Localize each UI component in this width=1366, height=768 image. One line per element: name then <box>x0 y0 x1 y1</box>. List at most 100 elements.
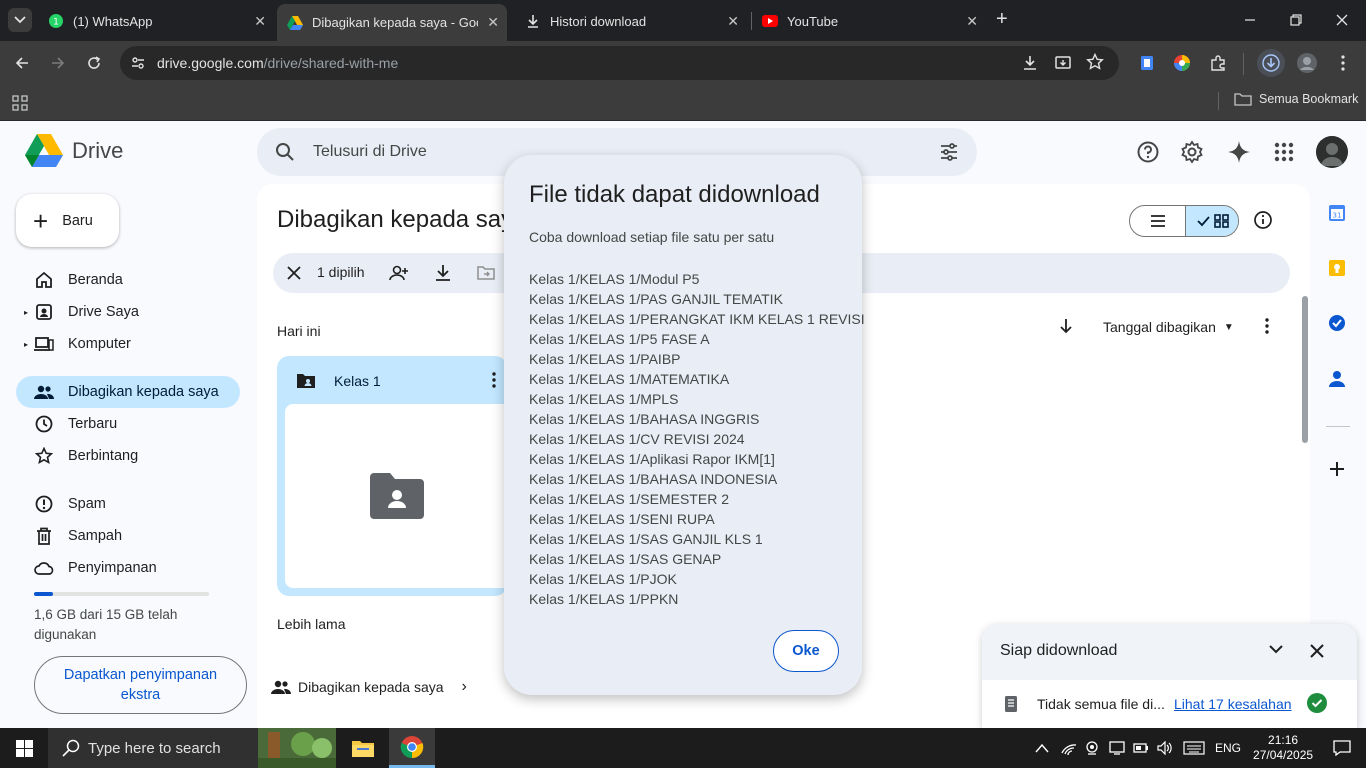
failed-file-item: Kelas 1/KELAS 1/PAIBP <box>529 351 681 367</box>
download-icon <box>525 13 541 29</box>
dialog-title: File tidak dapat didownload <box>529 181 820 208</box>
failed-file-item: Kelas 1/KELAS 1/SAS GANJIL KLS 1 <box>529 531 763 547</box>
failed-file-item: Kelas 1/KELAS 1/PJOK <box>529 571 677 587</box>
failed-file-item: Kelas 1/KELAS 1/SEMESTER 2 <box>529 491 729 507</box>
reload-button[interactable] <box>80 49 108 77</box>
back-button[interactable] <box>8 49 36 77</box>
search-highlight-image-icon <box>258 728 336 768</box>
chrome-taskbar-button[interactable] <box>389 728 435 768</box>
download-panel: Siap didownload Tidak semua file di... L… <box>982 624 1357 728</box>
all-bookmarks-button[interactable]: Semua Bookmark <box>1234 92 1358 106</box>
browser-toolbar: drive.google.com/drive/shared-with-me <box>0 41 1366 85</box>
new-tab-button[interactable]: + <box>996 8 1008 31</box>
browser-menu-button[interactable] <box>1329 49 1357 77</box>
extension-color-icon[interactable] <box>1168 49 1196 77</box>
clock-date: 27/04/2025 <box>1253 748 1314 762</box>
close-icon[interactable]: ✕ <box>254 13 266 30</box>
drive-icon <box>287 15 303 31</box>
notifications-icon[interactable] <box>1333 740 1351 756</box>
failed-file-item: Kelas 1/KELAS 1/Aplikasi Rapor IKM[1] <box>529 451 775 467</box>
tab-youtube[interactable]: YouTube ✕ <box>752 6 986 36</box>
failed-file-item: Kelas 1/KELAS 1/SENI RUPA <box>529 511 715 527</box>
youtube-icon <box>762 13 778 29</box>
windows-start-icon[interactable] <box>16 740 33 757</box>
zip-file-icon <box>1005 696 1017 712</box>
failed-file-list: Kelas 1/KELAS 1/Modul P5 Kelas 1/KELAS 1/… <box>529 269 865 609</box>
failed-file-item: Kelas 1/KELAS 1/MPLS <box>529 391 679 407</box>
ok-button[interactable]: Oke <box>773 630 839 672</box>
apps-grid-icon[interactable] <box>12 95 28 116</box>
forward-button[interactable] <box>44 49 72 77</box>
arrow-left-icon <box>15 57 28 69</box>
extensions-puzzle-icon[interactable] <box>1204 49 1232 77</box>
tab-whatsapp[interactable]: 1 (1) WhatsApp ✕ <box>38 6 274 36</box>
minimize-button[interactable] <box>1240 10 1260 30</box>
site-info-icon[interactable] <box>130 55 146 76</box>
address-bar[interactable]: drive.google.com/drive/shared-with-me <box>120 46 1119 80</box>
install-app-icon[interactable] <box>1054 54 1072 77</box>
ok-button-label: Oke <box>792 643 820 659</box>
windows-taskbar: Type here to search ENG 21:16 27/04/2025 <box>0 728 1366 768</box>
bookmarks-divider <box>1218 92 1219 110</box>
wifi-icon[interactable] <box>1061 741 1077 755</box>
close-icon[interactable]: ✕ <box>966 13 978 30</box>
bookmarks-bar: Semua Bookmark <box>0 85 1366 121</box>
view-errors-link[interactable]: Lihat 17 kesalahan <box>1174 696 1292 712</box>
failed-file-item: Kelas 1/KELAS 1/BAHASA INDONESIA <box>529 471 778 487</box>
show-hidden-icons-icon[interactable] <box>1035 743 1049 753</box>
failed-file-item: Kelas 1/KELAS 1/PPKN <box>529 591 679 607</box>
download-item-text: Tidak semua file di... <box>1037 696 1165 712</box>
failed-file-item: Kelas 1/KELAS 1/PAS GANJIL TEMATIK <box>529 291 783 307</box>
tab-google-drive[interactable]: Dibagikan kepada saya - Google Drive ✕ <box>277 4 507 41</box>
dialog-subtitle: Coba download setiap file satu per satu <box>529 229 775 245</box>
file-explorer-icon <box>352 741 374 757</box>
reload-icon <box>88 56 101 69</box>
battery-icon[interactable] <box>1133 743 1149 753</box>
language-indicator[interactable]: ENG <box>1215 741 1241 755</box>
tab-download-history[interactable]: Histori download ✕ <box>515 6 747 36</box>
profile-avatar[interactable] <box>1293 49 1321 77</box>
failed-file-item: Kelas 1/KELAS 1/Modul P5 <box>529 271 700 287</box>
close-icon[interactable]: ✕ <box>727 13 739 30</box>
taskbar-search-box[interactable]: Type here to search <box>48 728 336 768</box>
whatsapp-icon: 1 <box>48 13 64 29</box>
keyboard-icon[interactable] <box>1183 741 1205 755</box>
system-tray: ENG 21:16 27/04/2025 <box>1035 728 1351 768</box>
restore-button[interactable] <box>1286 10 1306 30</box>
tab-title: (1) WhatsApp <box>73 13 153 29</box>
tab-title: Dibagikan kepada saya - Google Drive <box>312 15 478 30</box>
download-icon <box>1262 54 1280 72</box>
collapse-chevron-icon[interactable] <box>1269 645 1283 654</box>
tab-search-button[interactable] <box>8 8 32 32</box>
chevron-down-icon <box>14 16 26 24</box>
clock-time: 21:16 <box>1268 733 1299 747</box>
download-page-icon[interactable] <box>1022 54 1038 77</box>
close-icon[interactable] <box>1310 644 1324 658</box>
webcam-icon[interactable] <box>1085 741 1099 755</box>
url-text[interactable]: drive.google.com/drive/shared-with-me <box>157 55 398 71</box>
display-icon[interactable] <box>1109 741 1125 755</box>
arrow-right-icon <box>52 57 65 69</box>
volume-icon[interactable] <box>1157 741 1173 755</box>
tab-title: YouTube <box>787 13 839 29</box>
bookmark-star-icon[interactable] <box>1086 52 1104 76</box>
search-icon <box>62 739 80 757</box>
download-panel-title: Siap didownload <box>1000 642 1118 659</box>
file-explorer-button[interactable] <box>344 728 382 768</box>
close-icon[interactable]: ✕ <box>487 14 499 31</box>
download-error-dialog: File tidak dapat didownload Coba downloa… <box>504 155 865 695</box>
failed-file-item: Kelas 1/KELAS 1/P5 FASE A <box>529 331 710 347</box>
kebab-menu-icon <box>1341 55 1345 71</box>
close-window-button[interactable] <box>1332 10 1352 30</box>
chrome-icon <box>400 735 424 758</box>
url-path: /drive/shared-with-me <box>263 55 399 71</box>
extension-docs-icon[interactable] <box>1133 49 1161 77</box>
failed-file-item: Kelas 1/KELAS 1/SAS GENAP <box>529 551 722 567</box>
clock[interactable]: 21:16 27/04/2025 <box>1253 733 1313 763</box>
failed-file-item: Kelas 1/KELAS 1/BAHASA INGGRIS <box>529 411 760 427</box>
all-bookmarks-label: Semua Bookmark <box>1259 92 1359 106</box>
tab-title: Histori download <box>550 13 647 29</box>
downloads-button[interactable] <box>1257 49 1285 77</box>
check-circle-icon <box>1307 693 1327 713</box>
taskbar-search-placeholder: Type here to search <box>88 740 221 757</box>
